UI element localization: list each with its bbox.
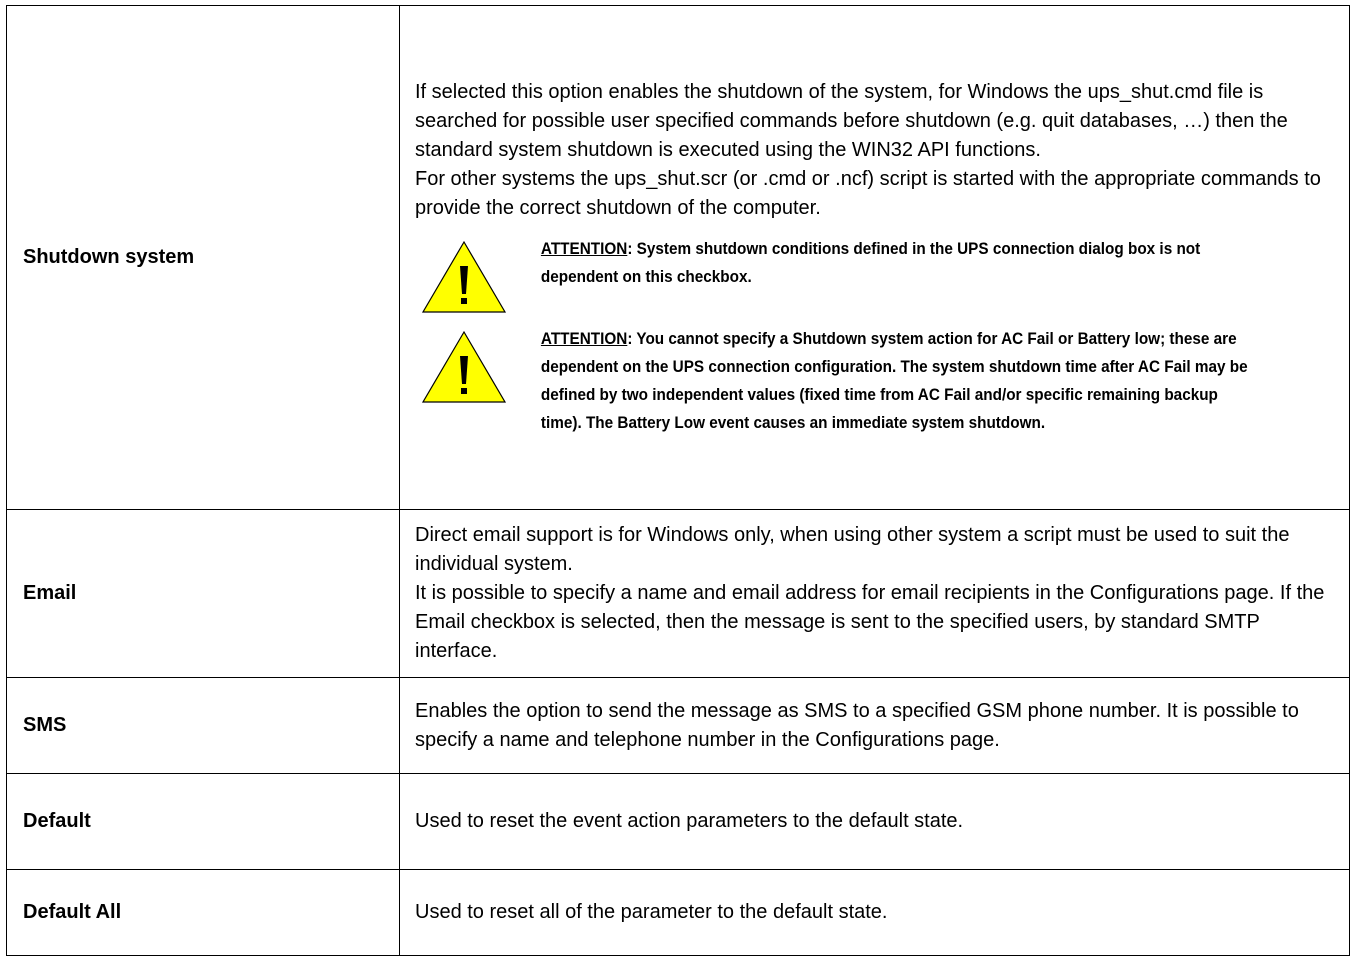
description-paragraph: It is possible to specify a name and ema… bbox=[415, 582, 1325, 662]
description-paragraph: Direct email support is for Windows only… bbox=[415, 524, 1290, 575]
attention-text: ATTENTION: You cannot specify a Shutdown… bbox=[513, 325, 1253, 437]
attention-body: : System shutdown conditions defined in … bbox=[540, 239, 1201, 286]
description-paragraph: Enables the option to send the message a… bbox=[415, 699, 1299, 751]
attention-body: : You cannot specify a Shutdown system a… bbox=[540, 329, 1248, 432]
option-label-default-all: Default All bbox=[6, 869, 400, 956]
table-row-email: Email Direct email support is for Window… bbox=[6, 509, 1350, 678]
option-description-default: Used to reset the event action parameter… bbox=[399, 773, 1350, 870]
description-paragraph: Used to reset all of the parameter to th… bbox=[415, 901, 888, 923]
table-row-default: Default Used to reset the event action p… bbox=[6, 773, 1350, 870]
option-description-default-all: Used to reset all of the parameter to th… bbox=[399, 869, 1350, 956]
option-label-default: Default bbox=[6, 773, 400, 870]
table-row-shutdown-system: Shutdown system If selected this option … bbox=[6, 5, 1350, 510]
description-paragraph: Used to reset the event action parameter… bbox=[415, 810, 964, 832]
attention-note: ATTENTION: System shutdown conditions de… bbox=[415, 235, 1335, 315]
table-row-sms: SMS Enables the option to send the messa… bbox=[6, 677, 1350, 774]
warning-triangle-icon bbox=[415, 325, 513, 405]
attention-note: ATTENTION: You cannot specify a Shutdown… bbox=[415, 325, 1335, 437]
options-table: Shutdown system If selected this option … bbox=[6, 5, 1350, 956]
description-paragraph: For other systems the ups_shut.scr (or .… bbox=[415, 168, 1321, 219]
option-label-sms: SMS bbox=[6, 677, 400, 774]
option-label-email: Email bbox=[6, 509, 400, 678]
option-label-shutdown-system: Shutdown system bbox=[6, 5, 400, 510]
description-paragraph: If selected this option enables the shut… bbox=[415, 81, 1288, 161]
option-description-sms: Enables the option to send the message a… bbox=[399, 677, 1350, 774]
option-description-shutdown-system: If selected this option enables the shut… bbox=[399, 5, 1350, 510]
table-row-default-all: Default All Used to reset all of the par… bbox=[6, 869, 1350, 956]
attention-label: ATTENTION bbox=[540, 329, 628, 348]
option-description-email: Direct email support is for Windows only… bbox=[399, 509, 1350, 678]
attention-text: ATTENTION: System shutdown conditions de… bbox=[513, 235, 1253, 291]
warning-triangle-icon bbox=[415, 235, 513, 315]
attention-label: ATTENTION bbox=[540, 239, 628, 258]
